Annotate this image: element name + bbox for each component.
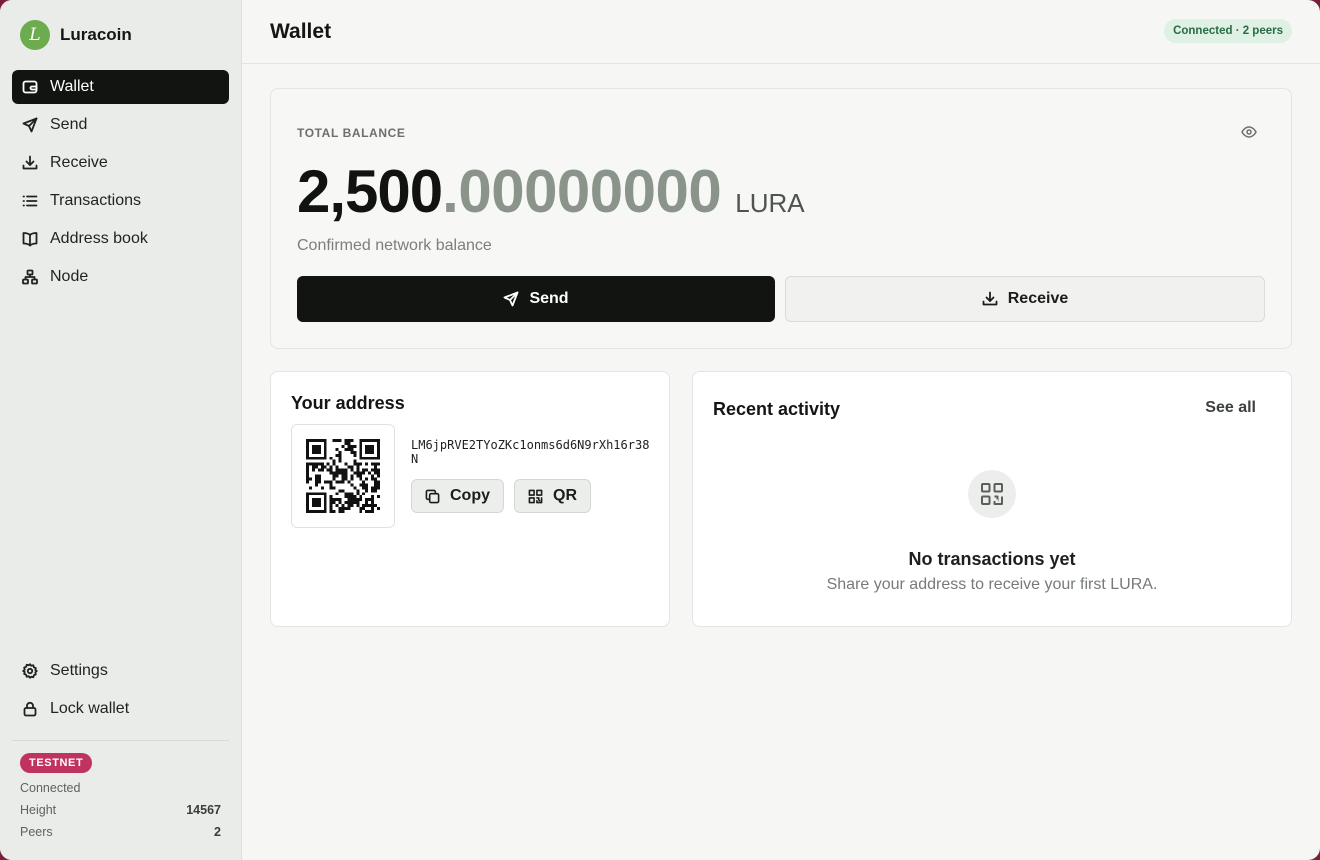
send-button-label: Send: [529, 290, 569, 307]
receive-button[interactable]: Receive: [785, 276, 1265, 322]
sidebar-item-label: Wallet: [50, 78, 94, 95]
network-status-label: Connected: [20, 781, 81, 795]
brand-name: Luracoin: [60, 25, 132, 44]
wallet-icon: [22, 79, 38, 95]
see-all-link[interactable]: See all: [1205, 399, 1256, 417]
brand-logo: L: [20, 20, 50, 50]
qr-button-label: QR: [553, 487, 577, 504]
empty-state-qr-icon: [968, 470, 1016, 518]
send-icon: [22, 117, 38, 133]
address-qr-code: [291, 424, 395, 528]
sidebar-item-settings[interactable]: Settings: [12, 654, 229, 688]
brand: L Luracoin: [0, 0, 241, 70]
sidebar-bottom-nav: Settings Lock wallet: [12, 654, 229, 730]
sidebar-item-label: Send: [50, 116, 88, 133]
sidebar-item-wallet[interactable]: Wallet: [12, 70, 229, 104]
network-icon: [22, 269, 38, 285]
top-bar: Wallet Connected · 2 peers: [242, 0, 1320, 64]
balance-amount: 2,500 .00000000 LURA: [297, 157, 805, 226]
book-icon: [22, 231, 38, 247]
balance-integer: 2,500: [297, 158, 443, 225]
qr-code-image: [306, 439, 380, 513]
address-card: Your address LM6jpRVE2TYoZKc1onms6d6N9rX…: [270, 371, 670, 627]
sidebar-item-label: Transactions: [50, 192, 141, 209]
sidebar-item-node[interactable]: Node: [12, 260, 229, 294]
receive-button-label: Receive: [1007, 290, 1069, 307]
list-icon: [22, 193, 38, 209]
main-content: Wallet Connected · 2 peers TOTAL BALANCE…: [242, 0, 1320, 860]
sidebar-item-label: Settings: [50, 662, 108, 679]
sidebar-item-send[interactable]: Send: [12, 108, 229, 142]
network-info: TESTNET Connected Height 14567 Peers 2: [20, 753, 221, 840]
network-peers-row: Peers 2: [20, 825, 221, 840]
network-height-row: Height 14567: [20, 803, 221, 818]
address-actions: Copy QR: [411, 479, 591, 513]
balance-actions: Send Receive: [297, 276, 1265, 322]
sidebar-item-lock-wallet[interactable]: Lock wallet: [12, 692, 229, 726]
download-icon: [982, 291, 998, 306]
balance-unit: LURA: [735, 188, 805, 218]
sidebar-item-address-book[interactable]: Address book: [12, 222, 229, 256]
qr-icon: [528, 489, 543, 503]
peers-label: Peers: [20, 825, 53, 839]
sidebar-item-label: Lock wallet: [50, 700, 130, 717]
copy-icon: [425, 489, 440, 503]
peers-value: 2: [214, 825, 221, 839]
lock-icon: [22, 701, 38, 717]
sidebar-item-label: Address book: [50, 230, 148, 247]
recent-activity-title: Recent activity: [713, 399, 841, 419]
empty-state-subtitle: Share your address to receive your first…: [826, 576, 1158, 593]
empty-state-title: No transactions yet: [908, 549, 1076, 569]
address-card-title: Your address: [291, 393, 405, 413]
height-label: Height: [20, 803, 57, 817]
copy-button-label: Copy: [450, 487, 490, 504]
app-window: L Luracoin Wallet Send Receive Transacti…: [0, 0, 1320, 860]
copy-address-button[interactable]: Copy: [411, 479, 504, 513]
sidebar-item-receive[interactable]: Receive: [12, 146, 229, 180]
show-qr-button[interactable]: QR: [514, 479, 591, 513]
network-badge: TESTNET: [20, 753, 93, 773]
send-button[interactable]: Send: [297, 276, 775, 322]
sidebar-nav: Wallet Send Receive Transactions Address…: [0, 70, 241, 298]
network-status: Connected: [20, 781, 221, 796]
balance-card: TOTAL BALANCE 2,500 .00000000 LURA Confi…: [270, 88, 1292, 349]
connection-status-badge: Connected · 2 peers: [1164, 18, 1292, 43]
recent-activity-card: Recent activity See all No transactions …: [692, 371, 1292, 627]
eye-icon[interactable]: [1241, 125, 1257, 139]
sidebar-item-transactions[interactable]: Transactions: [12, 184, 229, 218]
sidebar-divider: [12, 740, 229, 741]
balance-fraction: .00000000: [442, 158, 722, 225]
gear-icon: [22, 663, 38, 679]
send-icon: [504, 291, 519, 307]
sidebar: L Luracoin Wallet Send Receive Transacti…: [0, 0, 242, 860]
height-value: 14567: [186, 803, 221, 817]
balance-subtitle: Confirmed network balance: [297, 237, 492, 254]
sidebar-item-label: Node: [50, 268, 89, 285]
wallet-address: LM6jpRVE2TYoZKc1onms6d6N9rXh16r38N: [411, 438, 650, 466]
download-icon: [22, 155, 38, 171]
page-title: Wallet: [270, 19, 332, 43]
sidebar-item-label: Receive: [50, 154, 108, 171]
balance-label: TOTAL BALANCE: [297, 126, 406, 140]
